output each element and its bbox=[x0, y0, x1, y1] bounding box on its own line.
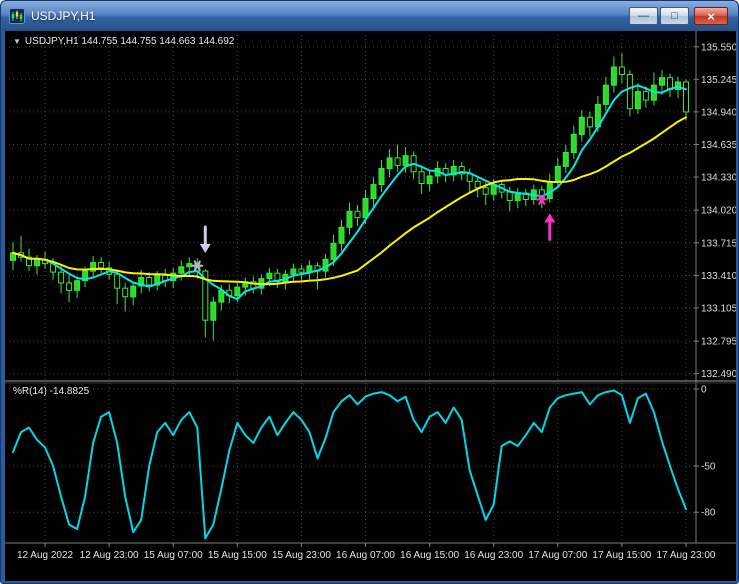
time-axis-labels: 12 Aug 2022 12 Aug 23:00 15 Aug 07:00 15 Au… bbox=[17, 543, 716, 561]
svg-text:134.635: 134.635 bbox=[701, 140, 736, 151]
title-bar[interactable]: USDJPY,H1 — □ × bbox=[1, 1, 738, 31]
chart-grid bbox=[9, 35, 694, 543]
svg-text:16 Aug 07:00: 16 Aug 07:00 bbox=[336, 550, 395, 561]
maximize-button[interactable]: □ bbox=[660, 7, 689, 25]
svg-text:16 Aug 23:00: 16 Aug 23:00 bbox=[464, 550, 523, 561]
svg-text:15 Aug 23:00: 15 Aug 23:00 bbox=[272, 550, 331, 561]
svg-text:16 Aug 15:00: 16 Aug 15:00 bbox=[400, 550, 459, 561]
svg-text:135.245: 135.245 bbox=[701, 75, 736, 86]
candles bbox=[10, 53, 689, 341]
application-window: USDJPY,H1 — □ × 135.550 135.245 134.940 134… bbox=[0, 0, 739, 584]
close-button[interactable]: × bbox=[694, 7, 728, 25]
svg-text:133.105: 133.105 bbox=[701, 304, 736, 315]
svg-text:-50: -50 bbox=[701, 462, 716, 473]
svg-text:134.330: 134.330 bbox=[701, 173, 736, 184]
svg-text:132.795: 132.795 bbox=[701, 337, 736, 348]
svg-text:-80: -80 bbox=[701, 508, 716, 519]
svg-text:134.940: 134.940 bbox=[701, 107, 736, 118]
svg-text:17 Aug 15:00: 17 Aug 15:00 bbox=[592, 550, 651, 561]
window-title: USDJPY,H1 bbox=[31, 9, 96, 23]
close-icon: × bbox=[707, 8, 715, 24]
svg-text:12 Aug 2022: 12 Aug 2022 bbox=[17, 550, 74, 561]
chart-app-icon bbox=[9, 8, 25, 24]
svg-text:133.715: 133.715 bbox=[701, 238, 736, 249]
svg-text:135.550: 135.550 bbox=[701, 42, 736, 53]
williams-percent-r-line bbox=[12, 389, 687, 540]
svg-text:132.490: 132.490 bbox=[701, 369, 736, 380]
minimize-button[interactable]: — bbox=[629, 7, 658, 25]
svg-text:0: 0 bbox=[701, 385, 707, 396]
maximize-icon: □ bbox=[671, 9, 678, 22]
window-controls: — □ × bbox=[627, 7, 728, 25]
chart-client-area: 135.550 135.245 134.940 134.635 134.330 134.0… bbox=[5, 31, 736, 581]
svg-text:12 Aug 23:00: 12 Aug 23:00 bbox=[80, 550, 139, 561]
svg-text:15 Aug 07:00: 15 Aug 07:00 bbox=[144, 550, 203, 561]
price-chart[interactable]: 135.550 135.245 134.940 134.635 134.330 134.0… bbox=[5, 31, 736, 581]
svg-text:134.020: 134.020 bbox=[701, 206, 736, 217]
svg-text:15 Aug 15:00: 15 Aug 15:00 bbox=[208, 550, 267, 561]
svg-text:133.410: 133.410 bbox=[701, 271, 736, 282]
svg-text:17 Aug 23:00: 17 Aug 23:00 bbox=[657, 550, 716, 561]
svg-text:17 Aug 07:00: 17 Aug 07:00 bbox=[528, 550, 587, 561]
minimize-icon: — bbox=[638, 9, 649, 22]
moving-averages bbox=[12, 84, 687, 301]
